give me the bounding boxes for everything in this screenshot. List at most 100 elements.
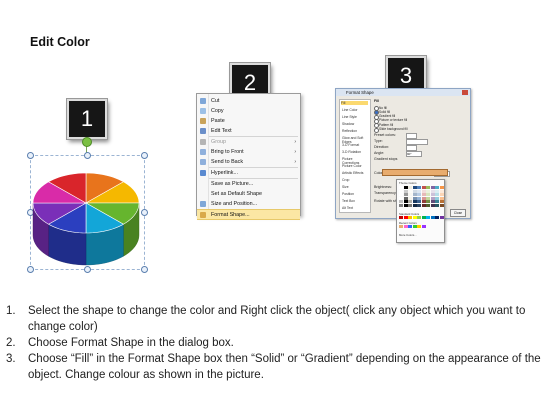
instruction-item: 3. Choose “Fill” in the Format Shape box … bbox=[6, 353, 541, 381]
menu-item-hyperlink[interactable]: Hyperlink... bbox=[197, 168, 300, 178]
fill-option-label: Slide background fill bbox=[379, 127, 408, 131]
menu-item-group[interactable]: Group › bbox=[197, 137, 300, 147]
color-swatch[interactable] bbox=[417, 225, 421, 228]
brightness-label: Brightness: bbox=[374, 185, 392, 189]
color-swatch[interactable] bbox=[408, 216, 412, 219]
edit-text-icon bbox=[200, 128, 206, 134]
menu-item-bring-to-front[interactable]: Bring to Front › bbox=[197, 147, 300, 157]
dialog-nav-item[interactable]: Shadow bbox=[342, 122, 354, 126]
submenu-arrow-icon: › bbox=[294, 139, 296, 145]
instruction-text: Choose Format Shape in the dialog box. bbox=[28, 337, 234, 349]
color-swatch[interactable] bbox=[403, 216, 408, 219]
menu-item-label: Format Shape... bbox=[211, 212, 250, 218]
color-swatch[interactable] bbox=[399, 225, 403, 228]
theme-colors-grid bbox=[399, 186, 444, 207]
color-swatch[interactable] bbox=[435, 203, 439, 207]
menu-item-paste[interactable]: Paste bbox=[197, 116, 300, 126]
color-swatch[interactable] bbox=[408, 203, 412, 207]
dialog-nav-item[interactable]: Line Style bbox=[342, 115, 357, 119]
size-icon bbox=[200, 201, 206, 207]
dialog-nav-item[interactable]: Artistic Effects bbox=[342, 171, 363, 175]
instruction-item: 2. Choose Format Shape in the dialog box. bbox=[6, 337, 234, 349]
dialog-nav-item[interactable]: Line Color bbox=[342, 108, 357, 112]
color-swatch[interactable] bbox=[421, 216, 426, 219]
menu-item-label: Hyperlink... bbox=[211, 170, 238, 176]
color-swatch[interactable] bbox=[439, 203, 444, 207]
angle-input[interactable]: 90° bbox=[406, 151, 422, 157]
context-menu: Cut Copy Paste Edit Text Group › Bring to Fron… bbox=[196, 93, 301, 220]
hyperlink-icon bbox=[200, 170, 206, 176]
dialog-nav-item[interactable]: Crop bbox=[342, 178, 349, 182]
menu-item-label: Group bbox=[211, 139, 226, 145]
scissors-icon bbox=[200, 98, 206, 104]
dialog-nav-item[interactable]: Picture Color bbox=[342, 164, 362, 168]
menu-item-edit-text[interactable]: Edit Text bbox=[197, 126, 300, 136]
angle-label: Angle: bbox=[374, 151, 385, 155]
color-swatch[interactable] bbox=[417, 216, 421, 219]
dialog-nav-item[interactable]: Alt Text bbox=[342, 206, 353, 210]
menu-item-size-and-position[interactable]: Size and Position... bbox=[197, 199, 300, 209]
dialog-nav-item[interactable]: Fill bbox=[341, 101, 368, 105]
page-title: Edit Color bbox=[30, 35, 90, 49]
menu-item-label: Edit Text bbox=[211, 128, 232, 134]
menu-item-label: Paste bbox=[211, 118, 225, 124]
dialog-nav-item[interactable]: 3-D Rotation bbox=[342, 150, 361, 154]
dialog-nav: Fill Line Color Line Style Shadow Reflection… bbox=[339, 99, 371, 213]
menu-item-send-to-back[interactable]: Send to Back › bbox=[197, 157, 300, 167]
color-swatch[interactable] bbox=[403, 225, 408, 228]
standard-colors-grid bbox=[399, 216, 444, 219]
color-swatch[interactable] bbox=[430, 203, 435, 207]
direction-label: Direction: bbox=[374, 145, 390, 149]
color-palette: Theme Colors Standard Colors Recent Colo… bbox=[396, 179, 445, 243]
dialog-nav-item[interactable]: Reflection bbox=[342, 129, 357, 133]
more-colors-link[interactable]: More Colors... bbox=[399, 233, 417, 237]
color-swatch[interactable] bbox=[408, 225, 412, 228]
color-swatch[interactable] bbox=[430, 216, 435, 219]
group-icon bbox=[200, 139, 206, 145]
color-swatch[interactable] bbox=[439, 216, 444, 219]
menu-item-cut[interactable]: Cut bbox=[197, 96, 300, 106]
color-swatch[interactable] bbox=[426, 203, 430, 207]
color-swatch[interactable] bbox=[426, 216, 430, 219]
submenu-arrow-icon: › bbox=[294, 149, 296, 155]
color-swatch[interactable] bbox=[412, 225, 417, 228]
dialog-nav-item[interactable]: Text Box bbox=[342, 199, 355, 203]
dialog-close-icon[interactable] bbox=[462, 90, 468, 95]
menu-item-format-shape[interactable]: Format Shape... bbox=[197, 209, 300, 220]
color-swatch[interactable] bbox=[421, 203, 426, 207]
pie-shape[interactable] bbox=[30, 155, 143, 268]
paste-icon bbox=[200, 118, 206, 124]
instruction-item: 1. Select the shape to change the color a… bbox=[6, 305, 526, 333]
rotation-handle[interactable] bbox=[82, 137, 92, 147]
menu-item-set-as-default-shape[interactable]: Set as Default Shape bbox=[197, 189, 300, 199]
dialog-nav-item[interactable]: Size bbox=[342, 185, 349, 189]
color-swatch[interactable] bbox=[412, 203, 417, 207]
type-label: Type: bbox=[374, 139, 383, 143]
color-swatch[interactable] bbox=[421, 225, 426, 228]
dialog-title: Format Shape bbox=[346, 90, 374, 95]
step-badge-1: 1 bbox=[67, 99, 107, 139]
color-swatch[interactable] bbox=[417, 203, 421, 207]
gradient-bar[interactable] bbox=[382, 169, 448, 176]
color-swatch[interactable] bbox=[403, 203, 408, 207]
menu-item-label: Copy bbox=[211, 108, 224, 114]
color-swatch[interactable] bbox=[412, 216, 417, 219]
menu-item-save-as-picture[interactable]: Save as Picture... bbox=[197, 179, 300, 189]
menu-item-label: Bring to Front bbox=[211, 149, 244, 155]
color-swatch[interactable] bbox=[399, 216, 403, 219]
dialog-nav-item[interactable]: Position bbox=[342, 192, 354, 196]
transparency-label: Transparency: bbox=[374, 191, 397, 195]
color-swatch[interactable] bbox=[399, 203, 403, 207]
preset-colors-label: Preset colors: bbox=[374, 133, 396, 137]
send-back-icon bbox=[200, 159, 206, 165]
copy-icon bbox=[200, 108, 206, 114]
instruction-text: Select the shape to change the color and… bbox=[28, 305, 526, 333]
instruction-text: Choose “Fill” in the Format Shape box th… bbox=[28, 353, 541, 381]
submenu-arrow-icon: › bbox=[294, 159, 296, 165]
close-button[interactable]: Close bbox=[450, 209, 466, 217]
dialog-section-title: Fill bbox=[374, 99, 380, 103]
dialog-nav-item[interactable]: 3-D Format bbox=[342, 143, 359, 147]
color-swatch[interactable] bbox=[435, 216, 439, 219]
menu-item-copy[interactable]: Copy bbox=[197, 106, 300, 116]
menu-item-label: Set as Default Shape bbox=[211, 191, 262, 197]
